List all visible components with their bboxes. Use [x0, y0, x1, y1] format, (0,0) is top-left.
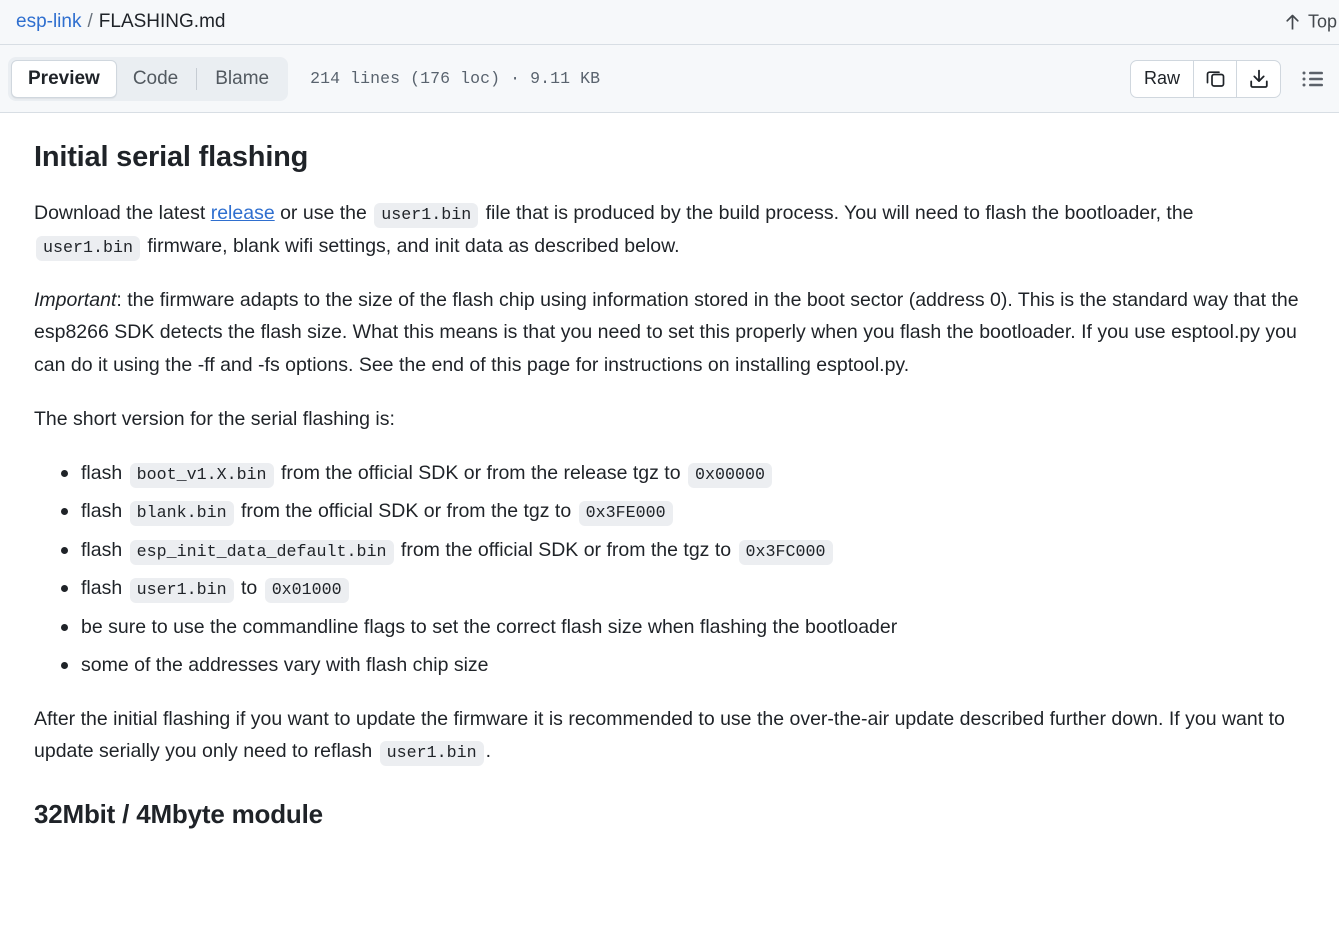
back-to-top-link[interactable]: Top [1284, 12, 1339, 33]
paragraph-after-flashing: After the initial flashing if you want t… [34, 703, 1305, 768]
tab-divider [196, 67, 198, 90]
markdown-body: Initial serial flashing Download the lat… [0, 113, 1339, 830]
text-fragment: be sure to use the commandline flags to … [81, 615, 898, 638]
text-fragment: flash [81, 577, 128, 600]
text-fragment: from the official SDK or from the tgz to [235, 500, 577, 523]
raw-button[interactable]: Raw [1131, 60, 1194, 97]
list-item: flash esp_init_data_default.bin from the… [61, 534, 1305, 567]
toolbar-actions: Raw [1129, 59, 1331, 98]
text-fragment: : the firmware adapts to the size of the… [34, 289, 1299, 376]
list-item: some of the addresses vary with flash ch… [61, 649, 1305, 681]
tab-preview[interactable]: Preview [11, 59, 117, 98]
arrow-up-icon [1284, 13, 1301, 32]
paragraph-important: Important: the firmware adapts to the si… [34, 284, 1305, 381]
breadcrumb-repo-link[interactable]: esp-link [16, 11, 81, 33]
outline-button[interactable] [1295, 61, 1331, 97]
back-to-top-label: Top [1307, 11, 1337, 32]
text-fragment: After the initial flashing if you want t… [34, 708, 1285, 763]
inline-code: user1.bin [379, 741, 484, 767]
text-fragment: flash [81, 461, 128, 484]
section-heading-module: 32Mbit / 4Mbyte module [34, 798, 323, 829]
paragraph-download: Download the latest release or use the u… [34, 197, 1305, 262]
flashing-steps-list: flash boot_v1.X.bin from the official SD… [34, 457, 1305, 681]
inline-code: 0x3FE000 [578, 501, 673, 527]
tab-blame[interactable]: Blame [199, 60, 285, 98]
text-fragment: to [235, 577, 263, 600]
file-action-button-group: Raw [1129, 59, 1281, 98]
list-item: be sure to use the commandline flags to … [61, 611, 1305, 643]
download-button[interactable] [1237, 61, 1280, 97]
page-title: Initial serial flashing [34, 141, 309, 173]
text-fragment: or use the [274, 202, 373, 225]
copy-icon [1205, 68, 1226, 89]
breadcrumb-separator: / [87, 11, 93, 32]
inline-code: user1.bin [36, 235, 140, 261]
list-item: flash blank.bin from the official SDK or… [61, 495, 1305, 528]
tab-code[interactable]: Code [117, 60, 194, 98]
file-meta-text: 214 lines (176 loc) · 9.11 KB [310, 69, 601, 88]
breadcrumb-filename: FLASHING.md [98, 11, 226, 32]
release-link[interactable]: release [211, 202, 275, 224]
file-toolbar: Preview Code Blame 214 lines (176 loc) ·… [0, 45, 1339, 113]
inline-code: blank.bin [129, 501, 234, 527]
text-fragment: flash [81, 538, 128, 561]
inline-code: user1.bin [374, 203, 479, 229]
list-item: flash boot_v1.X.bin from the official SD… [61, 457, 1305, 490]
text-fragment: . [485, 740, 492, 763]
inline-code: esp_init_data_default.bin [129, 539, 394, 565]
download-icon [1248, 68, 1270, 90]
copy-button[interactable] [1194, 60, 1237, 97]
outline-list-icon [1301, 69, 1325, 89]
text-fragment: firmware, blank wifi settings, and init … [141, 234, 680, 257]
inline-code: 0x01000 [264, 578, 349, 604]
inline-code: boot_v1.X.bin [129, 462, 274, 488]
emphasis-important: Important [34, 289, 117, 312]
breadcrumb-bar: esp-link / FLASHING.md Top [0, 0, 1339, 45]
inline-code: 0x3FC000 [738, 539, 833, 565]
inline-code: 0x00000 [687, 462, 772, 488]
text-fragment: from the official SDK or from the tgz to [395, 538, 737, 561]
inline-code: user1.bin [129, 578, 234, 604]
view-mode-segmented-control: Preview Code Blame [8, 56, 289, 101]
paragraph-short-version: The short version for the serial flashin… [34, 407, 395, 430]
text-fragment: Download the latest [34, 202, 211, 225]
breadcrumb: esp-link / FLASHING.md [16, 11, 225, 33]
text-fragment: file that is produced by the build proce… [480, 202, 1194, 225]
text-fragment: from the official SDK or from the releas… [275, 461, 686, 484]
text-fragment: flash [81, 500, 128, 523]
list-item: flash user1.bin to 0x01000 [61, 572, 1305, 605]
text-fragment: some of the addresses vary with flash ch… [81, 654, 489, 677]
